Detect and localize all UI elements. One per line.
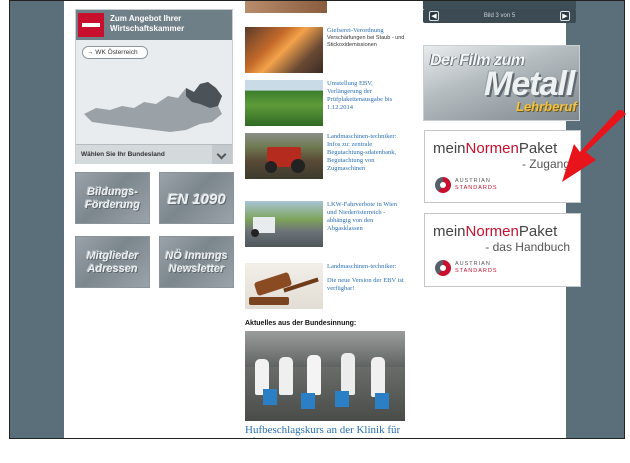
normen-paket-handbuch-banner[interactable]: meinNormenPaket - das Handbuch AUSTRIAN … (424, 213, 581, 287)
austria-map-area: → WK Österreich (76, 40, 232, 144)
norm-title: meinNormenPaket (433, 141, 557, 157)
austrian-standards-icon (435, 260, 451, 276)
logo-text-line1: AUSTRIAN (455, 261, 491, 267)
logo-text-line2: STANDARDS (455, 185, 498, 191)
tile-label-line1: NÖ Innungs (165, 250, 228, 262)
news-title[interactable]: Giefserei-Verordnung Verschärfungen bei … (327, 27, 405, 49)
norm-title-pre: mein (433, 140, 466, 157)
tile-label-line2: Adressen (87, 263, 138, 275)
browser-viewport: Zum Angebot Ihrer Wirtschaftskammer → WK… (9, 0, 625, 439)
tile-label-line1: Mitglieder (86, 250, 139, 262)
norm-title-pre: mein (433, 223, 466, 240)
section-title: Aktuelles aus der Bundesinnung: (245, 320, 357, 327)
news-title[interactable]: Landmaschinen-techniker: Die neue Versio… (327, 263, 405, 293)
austria-map-icon[interactable] (82, 62, 228, 138)
logo-text-line1: AUSTRIAN (455, 178, 491, 184)
news-title-text[interactable]: Giefserei-Verordnung (327, 27, 405, 35)
gavel-thumbnail[interactable] (245, 263, 323, 309)
news-title-text[interactable]: Umstellung EBV, Verlängerung der Prüfpla… (327, 80, 405, 112)
tile-label-line2: Newsletter (168, 263, 225, 275)
logo-text-line2: STANDARDS (455, 268, 498, 274)
news-image-cropped[interactable] (245, 1, 327, 13)
page-bottom-margin (0, 439, 630, 463)
wk-title-line1: Zum Angebot Ihrer (110, 14, 182, 23)
wk-offer-box: Zum Angebot Ihrer Wirtschaftskammer → WK… (75, 9, 233, 164)
tile-label-line1: Bildungs- (87, 186, 138, 198)
wk-austria-button[interactable]: → WK Österreich (82, 46, 148, 59)
state-select-label: Wählen Sie Ihr Bundesland (81, 151, 165, 158)
norm-title-post: Paket (518, 140, 558, 157)
austrian-standards-logo: AUSTRIAN STANDARDS (435, 260, 505, 276)
norm-title: meinNormenPaket (433, 224, 557, 240)
news-thumbnail[interactable] (245, 80, 323, 126)
norm-title-accent: Normen (465, 223, 519, 240)
state-select[interactable]: Wählen Sie Ihr Bundesland (76, 144, 232, 164)
news-title-text[interactable]: Landmaschinen-techniker: Infos zu: zentr… (327, 133, 405, 173)
wk-logo-icon (78, 13, 104, 37)
news-title-text[interactable]: LKW-Fahrverbote in Wien und Niederösterr… (327, 201, 405, 233)
page-content: Zum Angebot Ihrer Wirtschaftskammer → WK… (64, 1, 581, 438)
featured-headline[interactable]: Hufbeschlagskurs an der Klinik für Pferd… (245, 424, 410, 438)
news-title-text-2[interactable]: Die neue Version der EBV ist verfügbar! (327, 277, 405, 293)
slider-image-cropped[interactable] (423, 1, 576, 9)
red-arrow-icon (562, 110, 626, 182)
austrian-standards-logo: AUSTRIAN STANDARDS (435, 177, 505, 193)
slider-controls: ◀ Bild 3 von 5 ▶ (423, 9, 576, 23)
austrian-standards-icon (435, 177, 451, 193)
chevron-down-icon[interactable] (212, 145, 232, 164)
news-thumbnail[interactable] (245, 201, 323, 247)
tile-innungs-newsletter[interactable]: NÖ Innungs Newsletter (159, 236, 234, 288)
norm-subtitle: - das Handbuch (485, 240, 570, 254)
news-thumbnail[interactable] (245, 133, 323, 179)
tile-en1090[interactable]: EN 1090 (159, 172, 234, 224)
norm-title-accent: Normen (465, 140, 519, 157)
norm-title-post: Paket (518, 223, 558, 240)
slider-counter: Bild 3 von 5 (483, 13, 516, 19)
tile-label-line1: EN 1090 (167, 191, 226, 208)
wk-title-line2: Wirtschaftskammer (110, 24, 185, 33)
farrier-course-photo[interactable] (245, 331, 405, 421)
wk-offer-header[interactable]: Zum Angebot Ihrer Wirtschaftskammer (76, 10, 232, 40)
wk-offer-title: Zum Angebot Ihrer Wirtschaftskammer (110, 14, 230, 34)
tile-bildungsfoerderung[interactable]: Bildungs- Förderung (75, 172, 150, 224)
tile-mitglieder-adressen[interactable]: Mitglieder Adressen (75, 236, 150, 288)
film-banner-line2: Metall (484, 65, 575, 103)
news-subtitle: Verschärfungen bei Staub - und Stickoxid… (327, 35, 405, 48)
news-thumbnail[interactable] (245, 27, 323, 73)
slider-next-icon[interactable]: ▶ (560, 11, 570, 21)
news-title-text[interactable]: Landmaschinen-techniker: (327, 263, 405, 271)
tile-label-line2: Förderung (85, 199, 140, 211)
